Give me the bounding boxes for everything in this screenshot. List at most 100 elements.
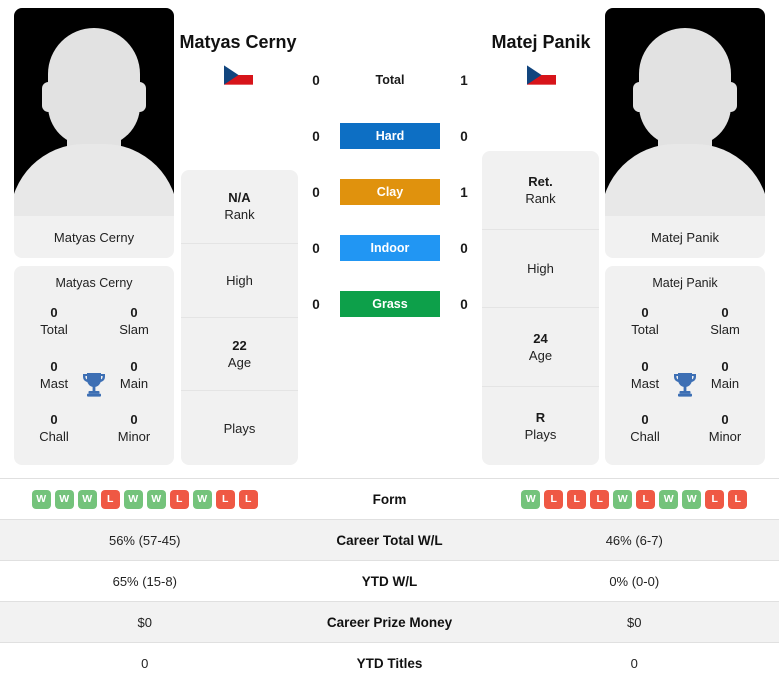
form-badge-win[interactable]: W xyxy=(146,489,166,509)
info-value: Ret. xyxy=(528,173,553,189)
info-row-age: 24 Age xyxy=(482,308,599,387)
czech-republic-flag-icon xyxy=(223,65,253,85)
czech-republic-flag-icon xyxy=(526,65,556,85)
h2h-row-grass: 0 Grass 0 xyxy=(305,286,475,322)
h2h-row-total: 0 Total 1 xyxy=(305,62,475,98)
title-value: 0 xyxy=(641,305,649,320)
info-label: Age xyxy=(227,354,252,370)
info-row-high: High xyxy=(482,230,599,308)
h2h-right-value: 0 xyxy=(460,296,468,312)
table-row: $0 Career Prize Money $0 xyxy=(0,601,779,642)
surface-label: Grass xyxy=(340,291,440,317)
info-row-rank: N/A Rank xyxy=(181,170,298,244)
avatar-ear-left-icon xyxy=(633,82,646,112)
info-label: Plays xyxy=(524,426,557,442)
form-badge-loss[interactable]: L xyxy=(169,489,189,509)
stat-value-right: 0% (0-0) xyxy=(609,573,660,589)
title-label: Total xyxy=(631,322,659,337)
info-row-plays: Plays xyxy=(181,391,298,465)
form-badge-loss[interactable]: L xyxy=(705,489,725,509)
form-badge-win[interactable]: W xyxy=(682,489,702,509)
avatar-ear-right-icon xyxy=(133,82,146,112)
form-badge-win[interactable]: W xyxy=(192,489,212,509)
title-cell-slam: 0 Slam xyxy=(94,304,174,338)
form-badge-loss[interactable]: L xyxy=(590,489,610,509)
title-value: 0 xyxy=(721,305,729,320)
table-row: 56% (57-45) Career Total W/L 46% (6-7) xyxy=(0,519,779,560)
player-name-right[interactable]: Matej Panik xyxy=(461,32,621,53)
form-badges-left: WWWLWWLWLL xyxy=(0,489,290,509)
title-cell-total: 0 Total xyxy=(14,304,94,338)
player-comparison-page: Matyas Cerny Matej Panik Matyas Cerny Ma… xyxy=(0,0,779,699)
table-row-label: Career Total W/L xyxy=(336,532,443,548)
avatar-ear-left-icon xyxy=(42,82,55,112)
table-row: 65% (15-8) YTD W/L 0% (0-0) xyxy=(0,560,779,601)
stat-value-left: 56% (57-45) xyxy=(108,532,181,548)
stat-value-left: $0 xyxy=(137,614,152,630)
form-badge-win[interactable]: W xyxy=(54,489,74,509)
form-badge-win[interactable]: W xyxy=(613,489,633,509)
form-badge-loss[interactable]: L xyxy=(215,489,235,509)
titles-card-name-right: Matej Panik xyxy=(652,276,718,290)
info-value: 22 xyxy=(232,337,247,353)
form-badge-win[interactable]: W xyxy=(659,489,679,509)
form-badge-loss[interactable]: L xyxy=(636,489,656,509)
title-cell-minor: 0 Minor xyxy=(94,411,174,445)
surface-pill-clay: Clay xyxy=(327,179,453,205)
info-label: Plays xyxy=(223,420,256,436)
avatar-ear-right-icon xyxy=(724,82,737,112)
form-badge-loss[interactable]: L xyxy=(100,489,120,509)
player-photo-card-left[interactable]: Matyas Cerny xyxy=(14,8,174,258)
form-badge-loss[interactable]: L xyxy=(544,489,564,509)
player-photo-card-right[interactable]: Matej Panik xyxy=(605,8,765,258)
player-titles-card-right: Matej Panik 0 Total 0 Slam 0 Mast 0 Main 0 Chall 0… xyxy=(605,266,765,465)
form-badge-win[interactable]: W xyxy=(77,489,97,509)
form-badge-win[interactable]: W xyxy=(123,489,143,509)
title-cell-chall: 0 Chall xyxy=(605,411,685,445)
table-row-form: W W W L W W L W L L Form W L L L W L W W L L xyxy=(0,478,779,519)
info-label: Rank xyxy=(224,207,255,223)
h2h-left-value: 0 xyxy=(312,240,320,256)
form-badge-loss[interactable]: L xyxy=(567,489,587,509)
title-value: 0 xyxy=(130,412,138,428)
title-value: 0 xyxy=(641,412,649,428)
stats-comparison-table: W W W L W W L W L L Form W L L L W L W W L L 56% (57-45) Caree… xyxy=(0,478,779,683)
info-row-rank: Ret. Rank xyxy=(482,151,599,230)
player-photo-name-left: Matyas Cerny xyxy=(53,229,135,245)
trophy-icon xyxy=(83,372,105,397)
form-badge-win[interactable]: W xyxy=(521,489,541,509)
player-titles-card-left: Matyas Cerny 0 Total 0 Slam 0 Mast 0 Main 0 Chall… xyxy=(14,266,174,465)
titles-grid-left: 0 Total 0 Slam 0 Mast 0 Main 0 Chall 0 Minor xyxy=(14,304,174,465)
head-to-head-column: 0 Total 1 0 Hard 0 0 Clay 1 0 Indoor 0 0 Grass 0 xyxy=(305,62,475,342)
h2h-right-value: 0 xyxy=(460,240,468,256)
stat-value-right: 46% (6-7) xyxy=(605,532,663,548)
form-badge-win[interactable]: W xyxy=(31,489,51,509)
title-cell-total: 0 Total xyxy=(605,304,685,338)
title-value: 0 xyxy=(50,305,58,320)
form-badge-loss[interactable]: L xyxy=(728,489,748,509)
surface-label: Clay xyxy=(340,179,440,205)
info-label: High xyxy=(527,260,554,276)
h2h-left-value: 0 xyxy=(312,128,320,144)
player-info-card-right: Ret. Rank High 24 Age R Plays xyxy=(482,151,599,465)
title-label: Chall xyxy=(630,429,660,445)
surface-pill-hard: Hard xyxy=(327,123,453,149)
info-value: R xyxy=(535,409,546,425)
title-cell-chall: 0 Chall xyxy=(14,411,94,445)
surface-label: Indoor xyxy=(340,235,440,261)
info-row-age: 22 Age xyxy=(181,318,298,392)
h2h-total-label: Total xyxy=(375,73,405,87)
table-row: 0 YTD Titles 0 xyxy=(0,642,779,683)
h2h-row-indoor: 0 Indoor 0 xyxy=(305,230,475,266)
player-avatar-right xyxy=(605,8,765,216)
h2h-right-value: 1 xyxy=(460,72,468,88)
h2h-right-value: 1 xyxy=(460,184,468,200)
form-badges-right: WLLLWLWWLL xyxy=(490,489,779,509)
info-row-plays: R Plays xyxy=(482,387,599,466)
info-label: High xyxy=(226,272,253,288)
player-name-left[interactable]: Matyas Cerny xyxy=(158,32,318,53)
form-badge-loss[interactable]: L xyxy=(238,489,258,509)
stat-value-left: 65% (15-8) xyxy=(112,573,177,589)
form-cell-right: WLLLWLWWLL xyxy=(490,489,779,509)
surface-label: Hard xyxy=(340,123,440,149)
